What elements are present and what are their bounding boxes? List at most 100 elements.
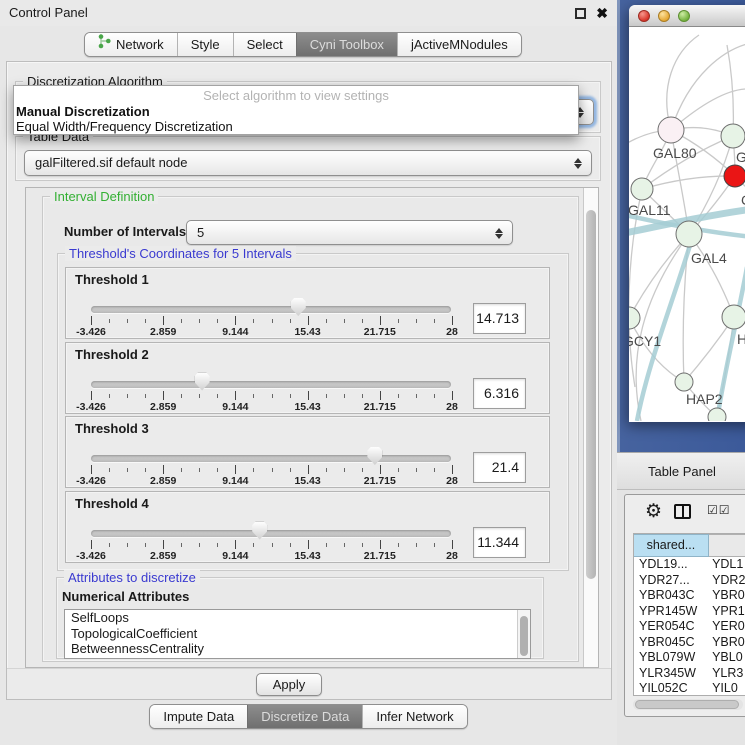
threshold-slider-thumb[interactable] [367,447,382,465]
tick-label: 21.715 [364,326,396,338]
threshold-label: Threshold 2 [75,347,149,362]
tab-impute-data[interactable]: Impute Data [150,705,247,728]
number-of-intervals-value: 5 [197,225,204,240]
zoom-light-icon[interactable] [678,10,690,22]
gear-icon[interactable]: ⚙ [645,500,662,524]
table-row[interactable]: YIL052CYIL0 [634,681,745,696]
cell-name[interactable]: YIL0 [709,681,745,696]
threshold-slider-thumb[interactable] [291,298,306,316]
tick-label: 15.43 [294,550,320,562]
network-canvas[interactable]: GAL80GACGAL11GAL4GCY1HHAP2 [629,27,745,421]
panel-scrollbar[interactable] [583,188,598,667]
cell-shared-name[interactable]: YER054C [634,619,709,635]
spinner-arrows-icon[interactable] [493,225,504,241]
attribute-item-topologicalcoefficient[interactable]: TopologicalCoefficient [65,626,530,642]
threshold-slider-track[interactable] [91,306,451,313]
close-light-icon[interactable] [638,10,650,22]
float-icon[interactable] [575,8,586,19]
table-row[interactable]: YPR145WYPR1 [634,604,745,620]
split-view-icon[interactable] [674,504,691,519]
network-node-ga[interactable] [721,124,745,148]
cell-name[interactable]: YER0 [709,619,745,635]
network-edge[interactable] [642,176,735,189]
popup-option-equal-width-frequency[interactable]: Equal Width/Frequency Discretization [14,119,578,134]
apply-button[interactable]: Apply [256,673,322,696]
cell-name[interactable]: YDL1 [709,557,745,573]
threshold-slider-track[interactable] [91,455,451,462]
threshold-value-field[interactable]: 6.316 [473,378,526,409]
cell-name[interactable]: YLR3 [709,666,745,682]
network-node-gal4[interactable] [676,221,702,247]
cell-shared-name[interactable]: YLR345W [634,666,709,682]
cell-shared-name[interactable]: YIL052C [634,681,709,696]
close-icon[interactable]: ✖ [596,4,608,22]
number-of-intervals-combobox[interactable]: 5 [186,220,513,245]
cell-shared-name[interactable]: YDR27... [634,573,709,589]
tab-style[interactable]: Style [177,33,233,56]
tab-jactivemnodules[interactable]: jActiveMNodules [397,33,521,56]
tab-network[interactable]: Network [85,33,177,56]
tick-label: 2.859 [150,401,176,413]
tab-infer-network[interactable]: Infer Network [362,705,466,728]
table-row[interactable]: YBL079WYBL0 [634,650,745,666]
network-node-gal11[interactable] [631,178,653,200]
bottom-tab-bar: Impute DataDiscretize DataInfer Network [0,704,617,729]
spinner-arrows-icon[interactable] [572,155,583,171]
cell-shared-name[interactable]: YDL19... [634,557,709,573]
minimize-light-icon[interactable] [658,10,670,22]
table-row[interactable]: YBR045CYBR0 [634,635,745,651]
network-node-hap2[interactable] [675,373,693,391]
threshold-slider-thumb[interactable] [195,373,210,391]
slider-ticks [91,391,452,400]
numerical-attributes-list[interactable]: SelfLoopsTopologicalCoefficientBetweenne… [64,609,531,659]
table-row[interactable]: YLR345WYLR3 [634,666,745,682]
cell-name[interactable]: YPR1 [709,604,745,620]
threshold-value-field[interactable]: 14.713 [473,303,526,334]
cell-name[interactable]: YBR0 [709,588,745,604]
threshold-value-field[interactable]: 21.4 [473,452,526,483]
list-scrollbar-thumb[interactable] [520,616,528,656]
tab-cyni-toolbox[interactable]: Cyni Toolbox [296,33,397,56]
popup-option-manual-discretization[interactable]: Manual Discretization [14,104,578,119]
table-row[interactable]: YBR043CYBR0 [634,588,745,604]
threshold-slider-track[interactable] [91,530,451,537]
cell-shared-name[interactable]: YBR045C [634,635,709,651]
network-edge[interactable] [689,234,734,317]
tick-label: -3.426 [76,475,106,487]
attribute-item-betweennesscentrality[interactable]: BetweennessCentrality [65,641,530,657]
table-row[interactable]: YDL19...YDL1 [634,557,745,573]
cell-name[interactable]: YBL0 [709,650,745,666]
network-node-h[interactable] [722,305,745,329]
tab-discretize-data[interactable]: Discretize Data [247,705,362,728]
table-row[interactable]: YER054CYER0 [634,619,745,635]
cell-shared-name[interactable]: YPR145W [634,604,709,620]
threshold-slider-thumb[interactable] [252,522,267,540]
list-scrollbar[interactable] [517,610,530,658]
network-node-gcy1[interactable] [629,307,640,329]
network-node-partial-node[interactable] [708,408,726,421]
table-row[interactable]: YDR27...YDR2 [634,573,745,589]
network-edge[interactable] [667,35,699,130]
tab-select[interactable]: Select [233,33,296,56]
table-horizontal-scrollbar-thumb[interactable] [635,700,739,709]
table-horizontal-scrollbar[interactable] [633,699,743,710]
checked-box-icon[interactable]: ☑☑ [707,503,731,517]
tick-label: 2.859 [150,475,176,487]
threshold-slider-track[interactable] [91,381,451,388]
table-data-combobox[interactable]: galFiltered.sif default node [24,150,592,176]
attribute-item-selfloops[interactable]: SelfLoops [65,610,530,626]
cell-name[interactable]: YBR0 [709,635,745,651]
cell-name[interactable]: YDR2 [709,573,745,589]
network-node-red-node[interactable] [724,165,745,187]
threshold-value-field[interactable]: 11.344 [473,527,526,558]
panel-scrollbar-thumb[interactable] [586,210,596,579]
network-edge[interactable] [727,45,733,136]
interval-definition-title: Interval Definition [50,189,158,204]
column-header-shared-name[interactable]: shared... [634,534,709,557]
cell-shared-name[interactable]: YBL079W [634,650,709,666]
column-header-name[interactable]: na [709,534,745,557]
tick-label: -3.426 [76,401,106,413]
table-data-group: Table Data galFiltered.sif default node [15,136,601,181]
cell-shared-name[interactable]: YBR043C [634,588,709,604]
network-node-gal80[interactable] [658,117,684,143]
